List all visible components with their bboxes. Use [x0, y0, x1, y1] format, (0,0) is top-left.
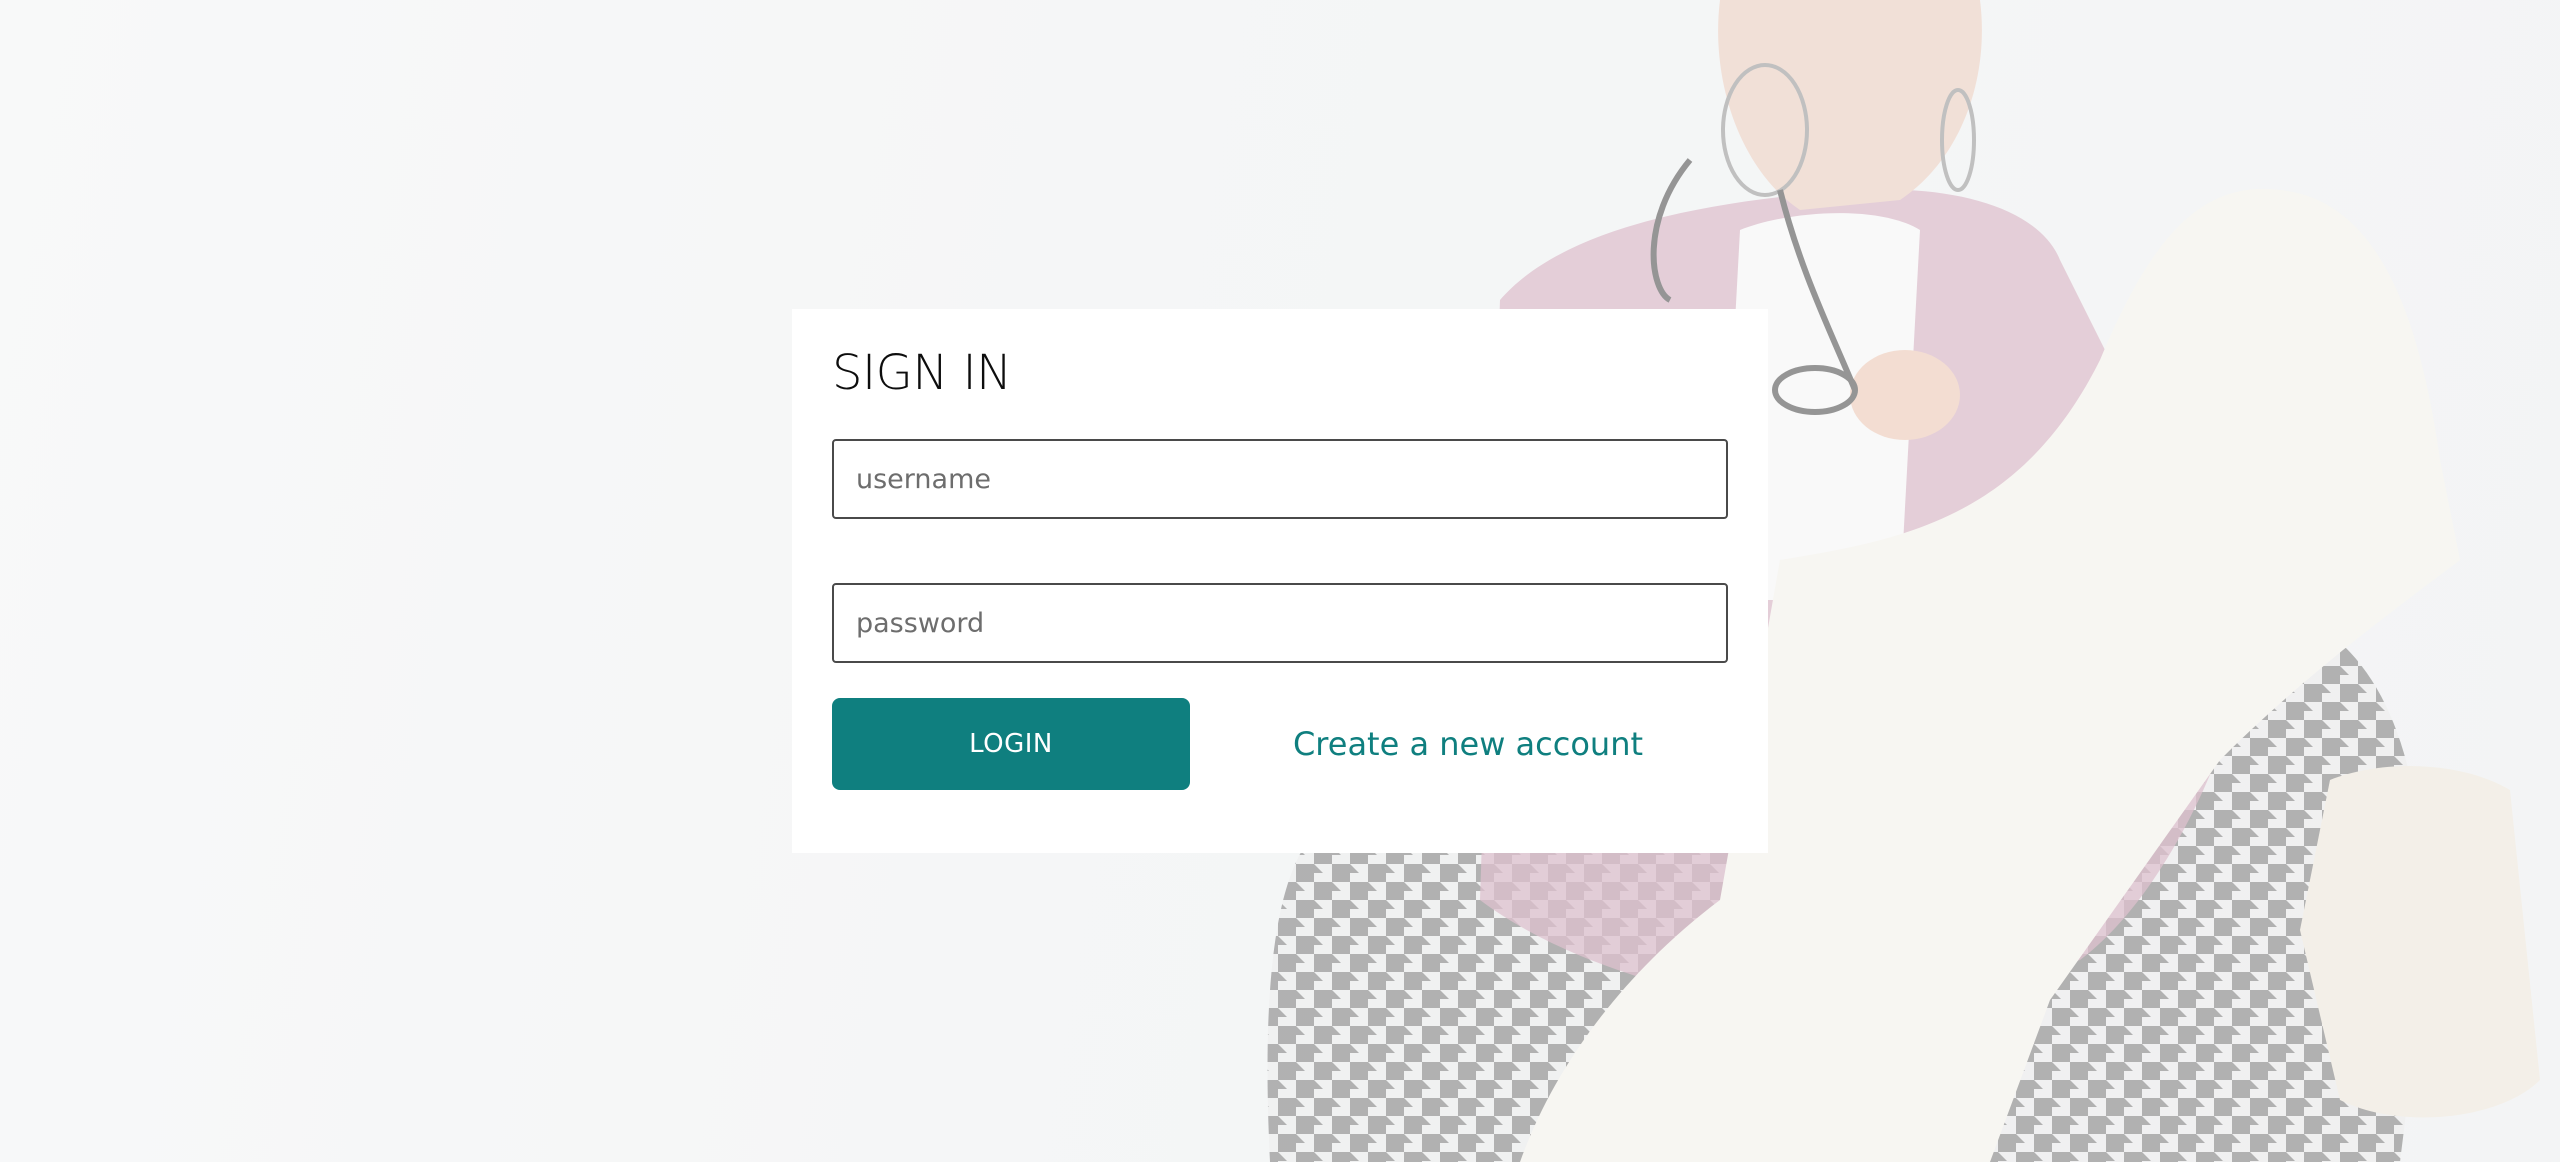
- create-account-link[interactable]: Create a new account: [1252, 698, 1684, 790]
- username-input[interactable]: [832, 439, 1728, 519]
- login-page: SIGN IN LOGIN Create a new account: [0, 0, 2560, 1162]
- password-input[interactable]: [832, 583, 1728, 663]
- sign-in-card: SIGN IN LOGIN Create a new account: [792, 309, 1768, 853]
- page-title: SIGN IN: [832, 345, 1012, 401]
- login-button[interactable]: LOGIN: [832, 698, 1190, 790]
